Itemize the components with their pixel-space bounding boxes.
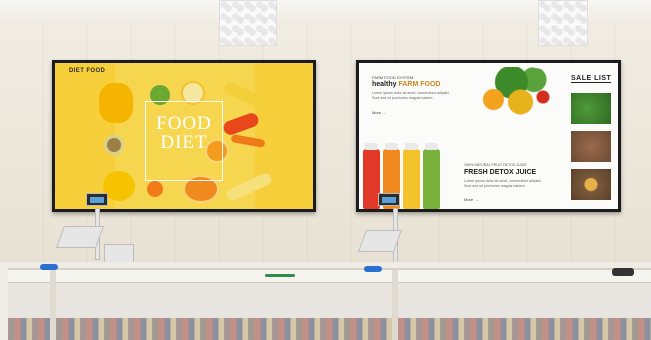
food-diet-poster: DIET FOOD FOOD DIET bbox=[55, 63, 313, 209]
vegetable-cluster bbox=[471, 67, 561, 117]
counter-item bbox=[265, 274, 295, 277]
title-line-2: DIET bbox=[160, 132, 208, 153]
pos-monitor bbox=[55, 226, 105, 248]
sale-thumbnail-tea bbox=[571, 169, 611, 200]
juice-bottle-green bbox=[423, 143, 440, 209]
orange bbox=[147, 181, 163, 197]
sale-list-title: SALE LIST bbox=[571, 75, 612, 83]
kiwi bbox=[104, 135, 124, 155]
ceiling-lamp bbox=[538, 0, 588, 46]
left-display-screen: DIET FOOD FOOD DIET bbox=[52, 60, 316, 212]
farm-food-poster: FARM FOOD SYSTEM healthy FARM FOOD Lorem… bbox=[359, 63, 618, 209]
juice-headline: FRESH DETOX JUICE bbox=[464, 169, 537, 176]
right-display-screen: FARM FOOD SYSTEM healthy FARM FOOD Lorem… bbox=[356, 60, 621, 212]
sale-thumbnail-nuts bbox=[571, 131, 611, 162]
headline-prefix: healthy bbox=[372, 81, 397, 88]
counter-post bbox=[50, 270, 56, 340]
barcode-scanner bbox=[364, 266, 382, 272]
counter-top bbox=[8, 268, 651, 282]
ceiling-lamp bbox=[219, 0, 277, 46]
cash-register bbox=[104, 244, 134, 264]
poster-brand: DIET FOOD bbox=[69, 68, 106, 74]
merchandise-shelf bbox=[8, 318, 651, 340]
barcode-scanner bbox=[40, 264, 58, 270]
juice-tag: 100% NATURAL FRUIT DETOX JUICE bbox=[464, 163, 527, 167]
system-label: FARM FOOD SYSTEM bbox=[372, 75, 414, 80]
juice-body-text: Lorem ipsum dolor sit amet, consectetur … bbox=[464, 179, 542, 188]
store-scene: DIET FOOD FOOD DIET FARM FOOD SYSTEM hea… bbox=[0, 0, 651, 340]
scanner-device bbox=[612, 268, 634, 276]
yellow-pepper bbox=[99, 83, 133, 123]
juice-more-link: More → bbox=[464, 197, 479, 202]
customer-display bbox=[378, 193, 400, 206]
title-line-1: FOOD bbox=[156, 113, 212, 134]
more-link: More → bbox=[372, 110, 387, 115]
headline-highlight: FARM FOOD bbox=[398, 81, 441, 88]
customer-display bbox=[86, 193, 108, 206]
counter-post bbox=[392, 270, 398, 340]
body-text: Lorem ipsum dolor sit amet, consectetur … bbox=[372, 91, 450, 100]
food-diet-title-box: FOOD DIET bbox=[145, 101, 223, 181]
sale-thumbnail-herbs bbox=[571, 93, 611, 124]
headline: healthy FARM FOOD bbox=[372, 81, 440, 88]
juice-bottle-yellow bbox=[403, 143, 420, 209]
